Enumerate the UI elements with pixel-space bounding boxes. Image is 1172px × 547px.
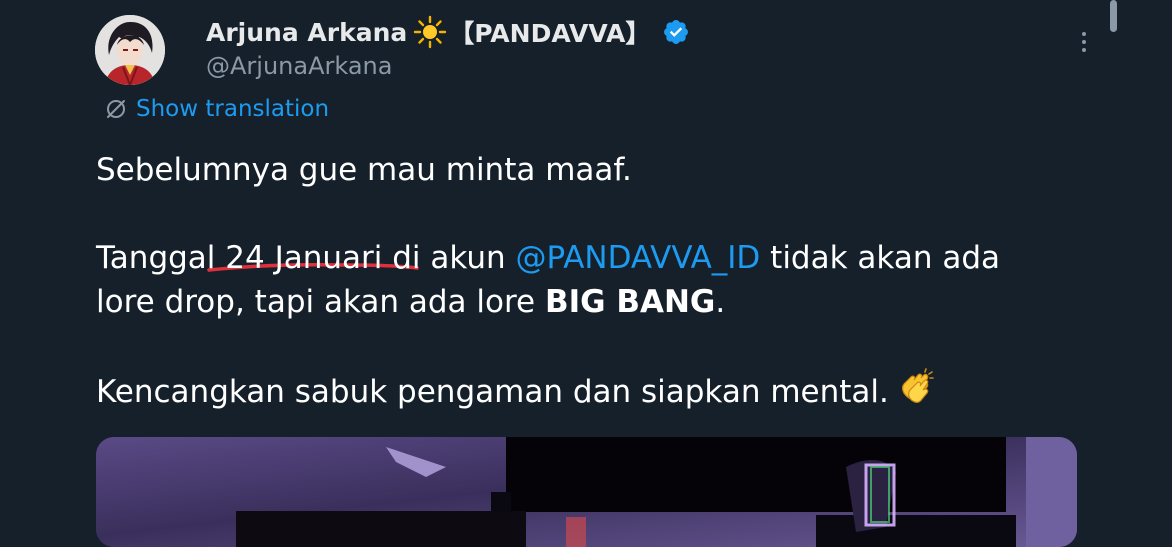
dot [1082,40,1086,44]
mention-link[interactable]: @PANDAVVA_ID [516,240,761,276]
paragraph-2-start: Tanggal 24 Januari di akun [96,240,516,276]
clapping-hands-emoji [895,368,935,408]
name-line: Arjuna Arkana 【PANDAVVA】 [206,14,690,50]
paragraph-2: Tanggal 24 Januari di akun @PANDAVVA_ID … [96,236,1076,280]
paragraph-3-start: lore drop, tapi akan ada lore [96,284,545,320]
more-options-icon[interactable] [1072,28,1096,56]
paragraph-4: Kencangkan sabuk pengaman dan siapkan me… [96,368,1076,414]
tweet-media[interactable] [96,437,1077,547]
verified-badge-icon [662,18,690,46]
show-translation-button[interactable]: Show translation [104,96,329,122]
paragraph-3-end: . [715,284,726,320]
paragraph-4-text: Kencangkan sabuk pengaman dan siapkan me… [96,374,889,410]
show-translation-label: Show translation [136,96,330,122]
dot [1082,48,1086,52]
translate-icon [107,100,125,118]
dot [1082,32,1086,36]
scrollbar[interactable] [1110,0,1117,32]
user-handle[interactable]: @ArjunaArkana [206,50,690,82]
bold-text: BIG BANG [544,284,716,320]
sun-icon [413,15,447,49]
avatar[interactable] [95,15,165,85]
tweet-text: Sebelumnya gue mau minta maaf. Tanggal 2… [96,148,1076,414]
avatar-image [95,15,165,85]
tweet-header: Arjuna Arkana 【PANDAVVA】 @ArjunaArkana [206,14,690,82]
media-image [96,437,1077,547]
name-tag: 【PANDAVVA】 [449,19,651,48]
paragraph-1: Sebelumnya gue mau minta maaf. [96,152,632,188]
display-name[interactable]: Arjuna Arkana [206,18,407,47]
paragraph-3: lore drop, tapi akan ada lore BIG BANG. [96,280,1076,324]
paragraph-2-end: tidak akan ada [760,240,1000,276]
tweet: Arjuna Arkana 【PANDAVVA】 @ArjunaArkana S… [0,0,1172,547]
